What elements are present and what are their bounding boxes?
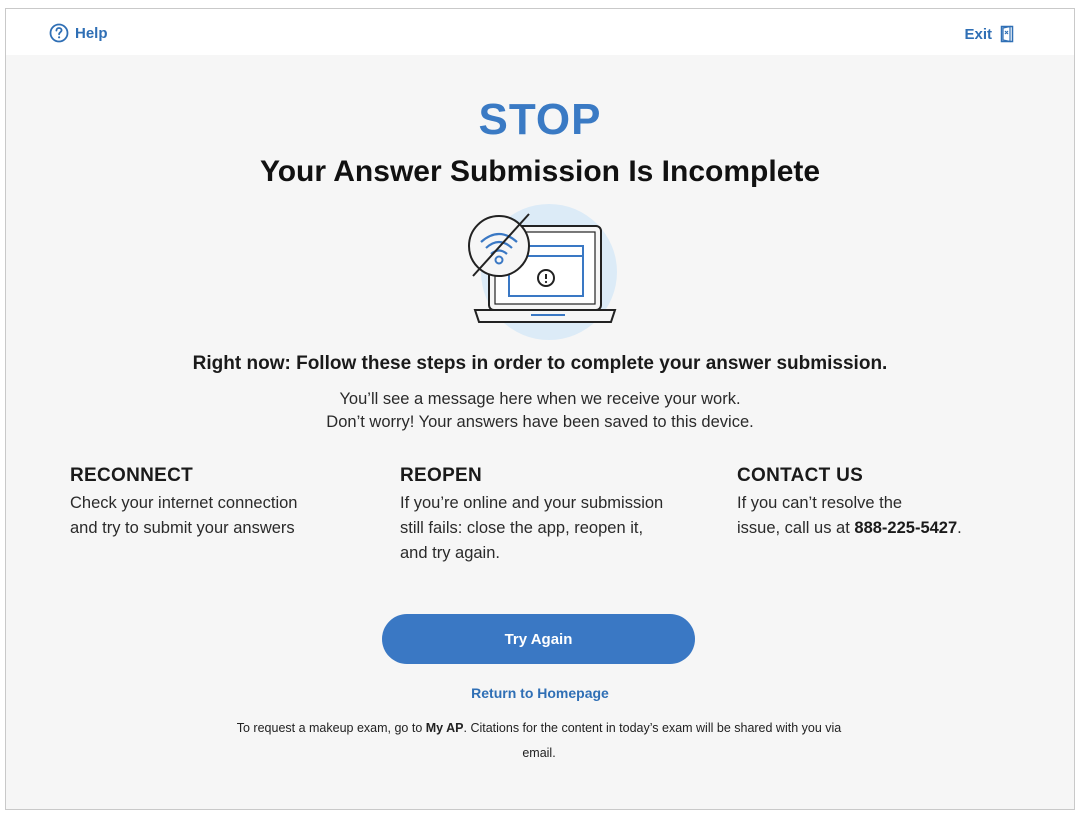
top-bar: Help Exit: [6, 9, 1074, 55]
step-reconnect-title: RECONNECT: [70, 465, 194, 486]
help-button[interactable]: Help: [49, 23, 108, 43]
step-reopen-line-3: and try again.: [400, 544, 500, 562]
step-reopen-line-1: If you’re online and your submission: [400, 494, 664, 512]
step-contact-line-2-text: issue, call us at: [737, 519, 855, 537]
info-text: You’ll see a message here when we receiv…: [6, 388, 1074, 434]
footer-line-2: email.: [522, 746, 556, 760]
help-label: Help: [75, 24, 108, 42]
footer-line-1: To request a makeup exam, go to My AP. C…: [236, 716, 842, 741]
step-reconnect-line-1: Check your internet connection: [70, 494, 298, 512]
steps-title: Right now: Follow these steps in order t…: [192, 353, 888, 374]
footer-note: To request a makeup exam, go to My AP. C…: [236, 716, 842, 766]
step-reopen-line-2: still fails: close the app, reopen it,: [400, 519, 644, 537]
stop-title: STOP: [478, 95, 602, 144]
question-circle-icon: [49, 23, 69, 43]
no-wifi-laptop-icon: [468, 204, 617, 340]
step-reopen: REOPEN If you’re online and your submiss…: [400, 463, 700, 566]
info-line-2: Don’t worry! Your answers have been save…: [326, 413, 754, 431]
info-line-1: You’ll see a message here when we receiv…: [339, 390, 741, 408]
step-contact-line-2: issue, call us at 888-225-5427.: [737, 516, 997, 541]
try-again-button[interactable]: Try Again: [382, 614, 695, 664]
footer-text-post: . Citations for the content in today’s e…: [463, 721, 842, 735]
step-contact-line-1: If you can’t resolve the: [737, 494, 903, 512]
exit-label: Exit: [964, 25, 992, 43]
step-reconnect: RECONNECT Check your internet connection…: [70, 463, 350, 541]
footer-text-pre: To request a makeup exam, go to: [236, 721, 426, 735]
step-contact-us: CONTACT US If you can’t resolve the issu…: [737, 463, 997, 541]
step-contact-title: CONTACT US: [737, 465, 864, 486]
app-frame: Help Exit STOP Your Answer Submission Is…: [5, 8, 1075, 810]
step-contact-line-2-end: .: [957, 519, 962, 537]
exit-door-icon: [1000, 25, 1014, 43]
page-title: Your Answer Submission Is Incomplete: [259, 155, 821, 188]
step-reopen-title: REOPEN: [400, 465, 483, 486]
my-ap-link[interactable]: My AP: [426, 721, 464, 735]
exit-button[interactable]: Exit: [964, 25, 1016, 43]
phone-number: 888-225-5427: [854, 519, 958, 537]
step-reconnect-line-2: and try to submit your answers: [70, 519, 295, 537]
return-to-homepage-link[interactable]: Return to Homepage: [6, 685, 1074, 701]
